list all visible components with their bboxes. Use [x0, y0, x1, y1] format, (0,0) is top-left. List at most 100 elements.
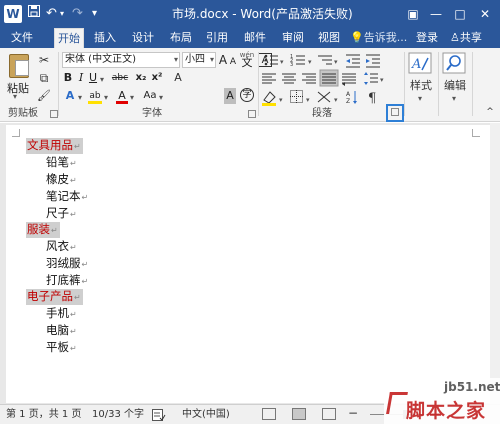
- paragraph-mark-icon: ↵: [74, 142, 81, 151]
- font-color-button[interactable]: A: [116, 88, 128, 104]
- strikethrough-button[interactable]: abc: [110, 70, 130, 86]
- customize-icon[interactable]: ▾: [92, 5, 97, 23]
- undo-dropdown-icon[interactable]: ▾: [60, 5, 64, 23]
- tell-me-search[interactable]: 💡告诉我...: [350, 28, 407, 48]
- document-line[interactable]: 羽绒服↵: [46, 256, 88, 272]
- window-title: 市场.docx - Word(产品激活失败): [172, 7, 353, 21]
- redo-icon[interactable]: ↷: [72, 5, 83, 23]
- proofing-icon[interactable]: [152, 409, 166, 424]
- subscript-button[interactable]: x₂: [134, 70, 148, 86]
- share-button[interactable]: ♙共享: [450, 28, 482, 48]
- tab-file[interactable]: 文件: [6, 28, 38, 48]
- tab-home[interactable]: 开始: [54, 28, 84, 48]
- group-divider: [438, 52, 439, 116]
- svg-text:A: A: [411, 57, 421, 72]
- highlight-button[interactable]: ab: [88, 88, 102, 104]
- editing-button[interactable]: 编辑: [444, 80, 466, 92]
- italic-button[interactable]: I: [76, 70, 86, 86]
- close-button[interactable]: ✕: [474, 4, 496, 24]
- tab-view[interactable]: 视图: [314, 28, 344, 48]
- text-effects-button[interactable]: A: [64, 88, 76, 104]
- tab-mailings[interactable]: 邮件: [240, 28, 270, 48]
- change-case-dropdown-icon[interactable]: ▾: [159, 93, 163, 102]
- web-layout-icon[interactable]: [322, 408, 336, 420]
- document-heading[interactable]: 服装↵: [26, 222, 60, 238]
- paste-icon[interactable]: [9, 54, 29, 78]
- maximize-button[interactable]: □: [449, 4, 471, 24]
- editing-dropdown-icon[interactable]: ▾: [452, 94, 456, 103]
- tab-insert[interactable]: 插入: [90, 28, 120, 48]
- document-heading[interactable]: 电子产品↵: [26, 289, 83, 305]
- font-launcher-icon[interactable]: [248, 110, 256, 118]
- print-layout-icon[interactable]: [292, 408, 306, 420]
- tab-review[interactable]: 审阅: [278, 28, 308, 48]
- highlight-dropdown-icon[interactable]: ▾: [104, 93, 108, 102]
- tab-design[interactable]: 设计: [128, 28, 158, 48]
- ribbon: 粘贴 ▾ ✂ ⧉ 🖌 剪贴板 宋体 (中文正文) ▾ 小四 ▾ A A wén …: [0, 48, 500, 122]
- ribbon-display-options-icon[interactable]: ▣: [402, 4, 424, 24]
- paste-button[interactable]: 粘贴: [7, 80, 29, 96]
- font-name-combo[interactable]: 宋体 (中文正文) ▾: [62, 52, 180, 68]
- grow-font-button[interactable]: A: [218, 52, 228, 68]
- font-color-dropdown-icon[interactable]: ▾: [130, 93, 134, 102]
- paste-dropdown-icon[interactable]: ▾: [13, 92, 17, 101]
- paragraph-mark-icon: ↵: [70, 159, 77, 168]
- vertical-scrollbar[interactable]: [490, 123, 500, 404]
- document-line[interactable]: 尺子↵: [46, 206, 77, 222]
- phonetic-guide-button[interactable]: 文: [239, 55, 255, 71]
- document-line[interactable]: 电脑↵: [46, 323, 77, 339]
- increase-indent-icon: [366, 54, 380, 68]
- enclose-characters-button[interactable]: 字: [240, 88, 254, 102]
- ribbon-tabs: 文件 开始 插入 设计 布局 引用 邮件 审阅 视图 💡告诉我... 登录 ♙共…: [0, 28, 500, 48]
- borders-icon: [290, 90, 303, 103]
- collapse-ribbon-icon[interactable]: ^: [482, 104, 498, 120]
- align-right-icon: [302, 73, 316, 84]
- format-painter-icon[interactable]: 🖌: [36, 88, 52, 104]
- document-line[interactable]: 风衣↵: [46, 239, 77, 255]
- numbering-icon: 1 2 3: [290, 54, 305, 68]
- login-link[interactable]: 登录: [416, 28, 438, 48]
- character-shading-button[interactable]: A: [224, 88, 236, 104]
- font-group-label: 字体: [142, 108, 162, 119]
- editing-search-icon[interactable]: [442, 52, 466, 74]
- document-line[interactable]: 铅笔↵: [46, 155, 77, 171]
- styles-dropdown-icon[interactable]: ▾: [418, 94, 422, 103]
- page-count[interactable]: 第 1 页，共 1 页: [6, 409, 81, 421]
- svg-text:▾: ▾: [334, 58, 338, 66]
- document-line[interactable]: 笔记本↵: [46, 189, 88, 205]
- underline-button[interactable]: U: [88, 70, 98, 86]
- document-line[interactable]: 橡皮↵: [46, 172, 77, 188]
- document-line[interactable]: 平板↵: [46, 340, 77, 356]
- save-icon[interactable]: [28, 5, 40, 23]
- document-line[interactable]: 手机↵: [46, 306, 77, 322]
- paragraph-launcher-highlight: [386, 104, 404, 122]
- font-name-value: 宋体 (中文正文): [65, 54, 136, 65]
- bold-button[interactable]: B: [62, 70, 74, 86]
- minimize-button[interactable]: —: [425, 4, 447, 24]
- tab-references[interactable]: 引用: [202, 28, 232, 48]
- document-heading[interactable]: 文具用品↵: [26, 138, 83, 154]
- word-count[interactable]: 10/33 个字: [92, 409, 144, 421]
- change-case-button[interactable]: Aa: [142, 88, 158, 104]
- underline-dropdown-icon[interactable]: ▾: [100, 75, 104, 84]
- clipboard-launcher-icon[interactable]: [50, 110, 58, 118]
- undo-icon[interactable]: ↶: [46, 5, 57, 23]
- read-mode-icon[interactable]: [262, 408, 276, 420]
- paragraph-mark-icon: ↵: [70, 310, 77, 319]
- cut-icon[interactable]: ✂: [36, 52, 52, 68]
- styles-button[interactable]: 样式: [410, 80, 432, 92]
- document-line[interactable]: 打底裤↵: [46, 273, 88, 289]
- tab-layout[interactable]: 布局: [166, 28, 196, 48]
- document-page[interactable]: 文具用品↵ 铅笔↵ 橡皮↵ 笔记本↵ 尺子↵ 服装↵ 风衣↵ 羽绒服↵ 打底裤↵…: [6, 125, 490, 403]
- language-status[interactable]: 中文(中国): [182, 409, 230, 421]
- styles-icon[interactable]: A: [408, 52, 432, 74]
- text-effects-dropdown-icon[interactable]: ▾: [78, 93, 82, 102]
- clear-formatting-button[interactable]: A: [172, 70, 184, 86]
- font-size-combo[interactable]: 小四 ▾: [182, 52, 216, 68]
- shrink-font-button[interactable]: A: [229, 54, 237, 70]
- copy-icon[interactable]: ⧉: [36, 70, 52, 86]
- zoom-out-button[interactable]: −: [348, 407, 358, 419]
- superscript-button[interactable]: x²: [150, 70, 164, 86]
- paragraph-mark-icon: ↵: [51, 226, 58, 235]
- svg-text:3: 3: [290, 62, 293, 68]
